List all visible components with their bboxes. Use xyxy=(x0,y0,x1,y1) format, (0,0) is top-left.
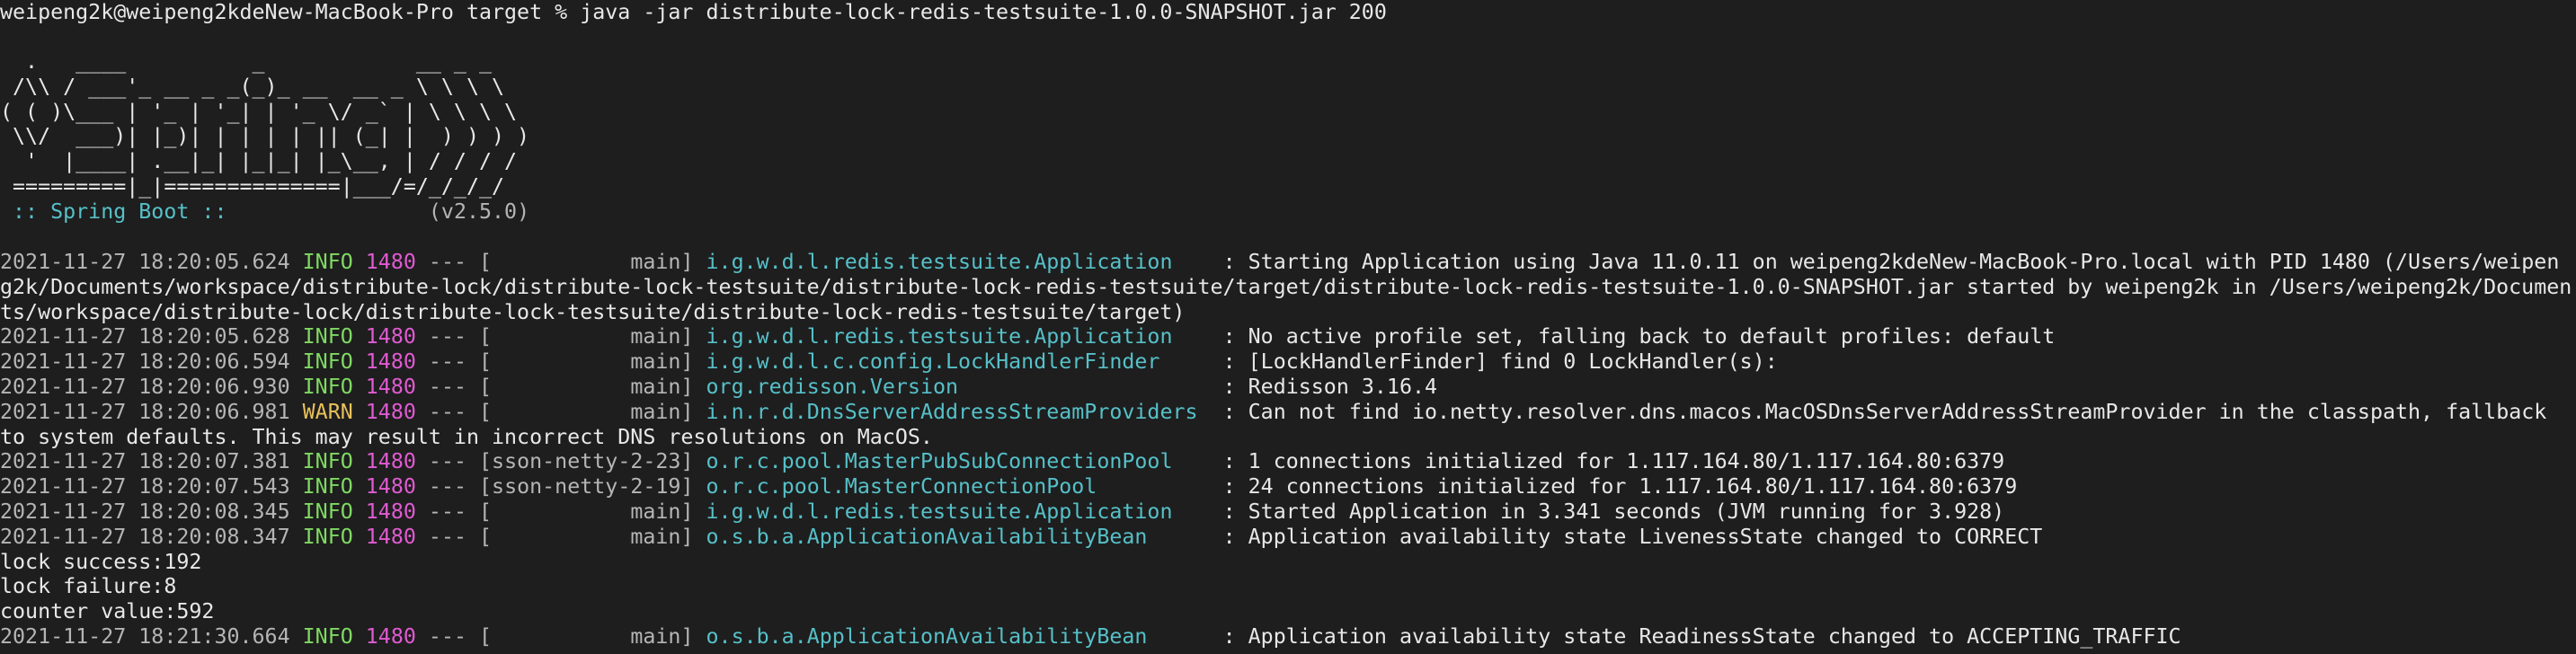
log-logger: o.r.c.pool.MasterPubSubConnectionPool xyxy=(706,449,1211,474)
log-message: : Starting Application using Java 11.0.1… xyxy=(1222,250,2560,274)
log-separator: --- xyxy=(428,349,466,375)
log-thread: [sson-netty-2-23] xyxy=(479,449,694,474)
log-level: INFO xyxy=(302,499,353,524)
log-pid: 1480 xyxy=(365,624,416,649)
log-timestamp: 2021-11-27 18:21:30.664 xyxy=(0,624,290,649)
log-message: : Can not find io.netty.resolver.dns.mac… xyxy=(1222,399,2547,424)
log-separator: --- xyxy=(428,399,466,424)
log-message: : Started Application in 3.341 seconds (… xyxy=(1222,499,2005,524)
log-thread: [ main] xyxy=(479,624,694,649)
log-thread: [ main] xyxy=(479,524,694,549)
log-separator: --- xyxy=(428,524,466,549)
log-logger: org.redisson.Version xyxy=(706,375,1211,399)
log-logger: i.n.r.d.DnsServerAddressStreamProviders xyxy=(706,399,1211,424)
log-entry: 2021-11-27 18:20:05.624 INFO 1480 --- [ … xyxy=(0,250,2559,275)
log-continuation-line: ts/workspace/distribute-lock/distribute-… xyxy=(0,299,1186,324)
log-pid: 1480 xyxy=(365,399,416,424)
log-logger: i.g.w.d.l.c.config.LockHandlerFinder xyxy=(706,349,1211,375)
log-entry: 2021-11-27 18:20:08.347 INFO 1480 --- [ … xyxy=(0,525,2042,550)
log-pid: 1480 xyxy=(365,524,416,549)
log-level: INFO xyxy=(302,474,353,499)
log-thread: [ main] xyxy=(479,324,694,349)
log-separator: --- xyxy=(428,324,466,349)
log-logger: i.g.w.d.l.redis.testsuite.Application xyxy=(706,499,1211,524)
log-timestamp: 2021-11-27 18:20:06.981 xyxy=(0,399,290,424)
log-message: : Redisson 3.16.4 xyxy=(1222,375,1438,399)
spring-boot-version-line: :: Spring Boot :: (v2.5.0) xyxy=(0,199,529,225)
log-level: INFO xyxy=(302,624,353,649)
log-message: : Application availability state Livenes… xyxy=(1222,524,2043,549)
log-timestamp: 2021-11-27 18:20:05.628 xyxy=(0,324,290,349)
ascii-banner-line: =========|_|==============|___/=/_/_/_/ xyxy=(0,174,505,199)
log-message: : 1 connections initialized for 1.117.16… xyxy=(1222,449,2005,474)
log-continuation-line: lock success:192 xyxy=(0,549,202,574)
log-level: INFO xyxy=(302,349,353,375)
command-prompt-line: weipeng2k@weipeng2kdeNew-MacBook-Pro tar… xyxy=(0,0,1387,24)
log-pid: 1480 xyxy=(365,250,416,274)
log-timestamp: 2021-11-27 18:20:08.347 xyxy=(0,524,290,549)
log-thread: [ main] xyxy=(479,399,694,424)
log-pid: 1480 xyxy=(365,449,416,474)
log-continuation-line: lock failure:8 xyxy=(0,574,177,599)
log-level: INFO xyxy=(302,324,353,349)
log-timestamp: 2021-11-27 18:20:08.345 xyxy=(0,499,290,524)
log-logger: o.r.c.pool.MasterConnectionPool xyxy=(706,474,1211,499)
log-pid: 1480 xyxy=(365,499,416,524)
log-logger: i.g.w.d.l.redis.testsuite.Application xyxy=(706,324,1211,349)
log-thread: [sson-netty-2-19] xyxy=(479,474,694,499)
log-level: INFO xyxy=(302,449,353,474)
log-separator: --- xyxy=(428,624,466,649)
ascii-banner-line: \\/ ___)| |_)| | | | | || (_| | ) ) ) ) xyxy=(0,124,530,149)
ascii-banner-line: ' |____| .__|_| |_|_| |_\__, | / / / / xyxy=(0,149,518,174)
spring-boot-version: (v2.5.0) xyxy=(239,199,530,224)
log-entry: 2021-11-27 18:20:07.381 INFO 1480 --- [s… xyxy=(0,449,2004,474)
log-entry: 2021-11-27 18:20:07.543 INFO 1480 --- [s… xyxy=(0,474,2017,499)
log-entry: 2021-11-27 18:20:05.628 INFO 1480 --- [ … xyxy=(0,324,2055,349)
log-entry: 2021-11-27 18:20:08.345 INFO 1480 --- [ … xyxy=(0,499,2004,525)
log-level: WARN xyxy=(302,399,353,424)
log-thread: [ main] xyxy=(479,250,694,274)
log-timestamp: 2021-11-27 18:20:05.624 xyxy=(0,250,290,274)
log-level: INFO xyxy=(302,524,353,549)
spring-boot-label: :: Spring Boot :: xyxy=(0,199,240,224)
ascii-banner-line: ( ( )\___ | '_ | '_| | '_ \/ _` | \ \ \ … xyxy=(0,99,518,124)
log-level: INFO xyxy=(302,375,353,399)
log-message: : [LockHandlerFinder] find 0 LockHandler… xyxy=(1222,349,1778,375)
log-separator: --- xyxy=(428,499,466,524)
log-timestamp: 2021-11-27 18:20:07.381 xyxy=(0,449,290,474)
log-entry: 2021-11-27 18:20:06.981 WARN 1480 --- [ … xyxy=(0,400,2546,425)
log-continuation-line: to system defaults. This may result in i… xyxy=(0,424,933,449)
log-thread: [ main] xyxy=(479,349,694,375)
log-message: : Application availability state Readine… xyxy=(1222,624,2181,649)
log-separator: --- xyxy=(428,250,466,274)
log-thread: [ main] xyxy=(479,375,694,399)
log-level: INFO xyxy=(302,250,353,274)
log-timestamp: 2021-11-27 18:20:07.543 xyxy=(0,474,290,499)
log-timestamp: 2021-11-27 18:20:06.594 xyxy=(0,349,290,375)
log-pid: 1480 xyxy=(365,324,416,349)
log-logger: o.s.b.a.ApplicationAvailabilityBean xyxy=(706,524,1211,549)
log-pid: 1480 xyxy=(365,349,416,375)
log-pid: 1480 xyxy=(365,375,416,399)
log-pid: 1480 xyxy=(365,474,416,499)
ascii-banner-line: /\\ / ___'_ __ _ _(_)_ __ __ _ \ \ \ \ xyxy=(0,74,505,99)
log-message: : No active profile set, falling back to… xyxy=(1222,324,2056,349)
log-timestamp: 2021-11-27 18:20:06.930 xyxy=(0,375,290,399)
log-logger: o.s.b.a.ApplicationAvailabilityBean xyxy=(706,624,1211,649)
log-separator: --- xyxy=(428,474,466,499)
log-entry: 2021-11-27 18:20:06.594 INFO 1480 --- [ … xyxy=(0,349,1778,375)
log-separator: --- xyxy=(428,375,466,399)
log-separator: --- xyxy=(428,449,466,474)
log-entry: 2021-11-27 18:20:06.930 INFO 1480 --- [ … xyxy=(0,375,1437,400)
log-logger: i.g.w.d.l.redis.testsuite.Application xyxy=(706,250,1211,274)
log-continuation-line: g2k/Documents/workspace/distribute-lock/… xyxy=(0,274,2572,299)
log-entry: 2021-11-27 18:21:30.664 INFO 1480 --- [ … xyxy=(0,624,2181,650)
log-message: : 24 connections initialized for 1.117.1… xyxy=(1222,474,2018,499)
terminal-window[interactable]: weipeng2k@weipeng2kdeNew-MacBook-Pro tar… xyxy=(0,0,2576,654)
log-continuation-line: counter value:592 xyxy=(0,599,215,624)
log-thread: [ main] xyxy=(479,499,694,524)
ascii-banner-line: . ____ _ __ _ _ xyxy=(0,49,493,74)
